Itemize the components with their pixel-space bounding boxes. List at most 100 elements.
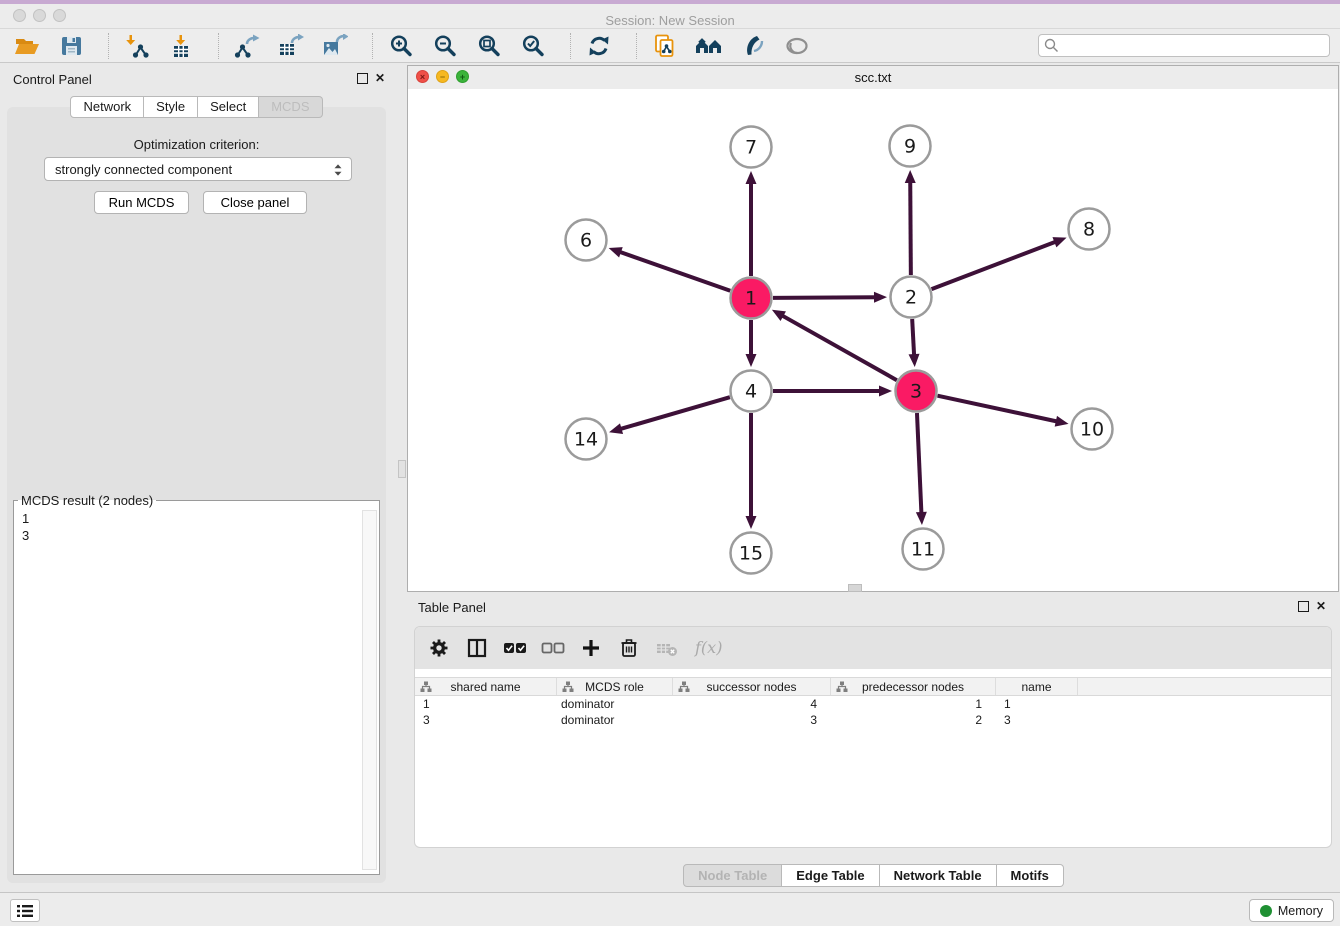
table-cell[interactable]: 1 <box>996 696 1078 712</box>
table-close-button[interactable]: ✕ <box>1314 599 1328 613</box>
graph-edge-arrowhead <box>874 292 887 303</box>
select-all-columns-button[interactable] <box>503 636 527 660</box>
mcds-result-title: MCDS result (2 nodes) <box>18 493 156 508</box>
import-table-button[interactable] <box>164 31 198 61</box>
network-graph: 1234678910111415 <box>408 89 1338 591</box>
graph-edge-3-11[interactable] <box>917 413 921 514</box>
graph-edge-2-3[interactable] <box>912 319 914 356</box>
table-row[interactable]: 1dominator411 <box>415 696 1331 712</box>
search-icon <box>1044 38 1059 53</box>
houses-icon <box>695 34 723 58</box>
new-network-file-button[interactable] <box>648 31 682 61</box>
tab-network-table[interactable]: Network Table <box>880 864 997 887</box>
delete-table-button[interactable] <box>655 636 679 660</box>
graph-edge-4-14[interactable] <box>620 397 730 429</box>
stepper-arrows-icon <box>331 162 345 178</box>
table-cell[interactable]: dominator <box>557 696 673 712</box>
table-row[interactable]: 3dominator323 <box>415 712 1331 728</box>
eye-icon <box>784 34 810 58</box>
column-header-MCDS-role[interactable]: MCDS role <box>557 678 673 695</box>
table-body: 1dominator4113dominator323 <box>415 696 1331 728</box>
control-panel-tabbar: NetworkStyleSelectMCDS <box>0 96 393 118</box>
table-cell[interactable]: 1 <box>415 696 557 712</box>
graph-edge-3-1[interactable] <box>781 315 896 380</box>
table-panel-title: Table Panel <box>418 600 486 615</box>
table-settings-button[interactable] <box>427 636 451 660</box>
tab-select[interactable]: Select <box>198 96 259 118</box>
column-header-label: shared name <box>450 680 520 694</box>
memory-button[interactable]: Memory <box>1249 899 1334 922</box>
show-column-panel-button[interactable] <box>465 636 489 660</box>
criterion-dropdown[interactable]: strongly connected component <box>44 157 352 181</box>
refresh-button[interactable] <box>582 31 616 61</box>
network-canvas[interactable]: 1234678910111415 <box>408 89 1338 591</box>
column-header-predecessor-nodes[interactable]: predecessor nodes <box>831 678 996 695</box>
table-cell[interactable]: 2 <box>831 712 996 728</box>
open-folder-icon <box>14 34 40 58</box>
deselect-all-columns-button[interactable] <box>541 636 565 660</box>
table-cell[interactable]: 3 <box>415 712 557 728</box>
column-header-filler <box>1078 678 1331 695</box>
mcds-result-scrollbar[interactable] <box>362 510 377 870</box>
show-hide-details-button[interactable] <box>780 31 814 61</box>
close-panel-button[interactable]: ✕ <box>373 71 387 85</box>
column-header-shared-name[interactable]: shared name <box>415 678 557 695</box>
main-toolbar <box>0 29 1340 63</box>
float-panel-button[interactable] <box>355 71 369 85</box>
column-header-successor-nodes[interactable]: successor nodes <box>673 678 831 695</box>
table-cell[interactable]: 4 <box>673 696 831 712</box>
graphics-details-button[interactable] <box>736 31 770 61</box>
table-cell[interactable]: 3 <box>996 712 1078 728</box>
tab-style[interactable]: Style <box>144 96 198 118</box>
graph-edge-arrowhead <box>746 354 757 367</box>
zoom-in-icon <box>389 34 413 58</box>
graph-edge-2-9[interactable] <box>910 181 911 275</box>
graph-node-label: 2 <box>905 287 917 309</box>
column-type-icon <box>678 681 690 693</box>
memory-status-dot <box>1260 905 1272 917</box>
task-history-button[interactable] <box>10 899 40 922</box>
graph-edge-3-10[interactable] <box>938 396 1058 422</box>
run-mcds-button[interactable]: Run MCDS <box>94 191 189 214</box>
zoom-out-button[interactable] <box>428 31 462 61</box>
table-cell[interactable]: dominator <box>557 712 673 728</box>
search-input[interactable] <box>1038 34 1330 57</box>
graph-edge-arrowhead <box>905 170 916 183</box>
table-cell[interactable]: 3 <box>673 712 831 728</box>
tab-network[interactable]: Network <box>70 96 144 118</box>
fx-label: f(x) <box>694 638 722 657</box>
table-float-button[interactable] <box>1296 599 1310 613</box>
graph-node-label: 3 <box>910 381 922 403</box>
export-table-button[interactable] <box>274 31 308 61</box>
first-neighbors-button[interactable] <box>692 31 726 61</box>
mcds-result-line: 3 <box>22 527 29 544</box>
mcds-result-box[interactable]: MCDS result (2 nodes) 13 <box>13 493 380 875</box>
graph-edge-1-2[interactable] <box>773 297 876 298</box>
tab-edge-table[interactable]: Edge Table <box>782 864 879 887</box>
zoom-fit-button[interactable] <box>472 31 506 61</box>
delete-column-button[interactable] <box>617 636 641 660</box>
close-panel-button-2[interactable]: Close panel <box>203 191 307 214</box>
horizontal-splitter-handle[interactable] <box>848 584 862 592</box>
import-network-button[interactable] <box>120 31 154 61</box>
create-column-button[interactable] <box>579 636 603 660</box>
function-builder-button[interactable]: f(x) <box>693 636 727 660</box>
graph-edge-1-6[interactable] <box>619 252 730 291</box>
export-network-button[interactable] <box>230 31 264 61</box>
zoom-selected-button[interactable] <box>516 31 550 61</box>
open-session-button[interactable] <box>10 31 44 61</box>
tab-node-table[interactable]: Node Table <box>683 864 782 887</box>
vertical-splitter-handle[interactable] <box>398 460 406 478</box>
column-type-icon <box>420 681 432 693</box>
tab-mcds[interactable]: MCDS <box>259 96 322 118</box>
graph-edge-2-8[interactable] <box>932 241 1057 289</box>
save-session-button[interactable] <box>54 31 88 61</box>
table-cell[interactable]: 1 <box>831 696 996 712</box>
tab-motifs[interactable]: Motifs <box>997 864 1064 887</box>
table-panel-header: Table Panel ✕ <box>407 595 1340 619</box>
app-titlebar: Session: New Session <box>0 4 1340 29</box>
network-window-titlebar: × − + scc.txt <box>408 66 1338 90</box>
export-image-button[interactable] <box>318 31 352 61</box>
zoom-in-button[interactable] <box>384 31 418 61</box>
column-header-name[interactable]: name <box>996 678 1078 695</box>
